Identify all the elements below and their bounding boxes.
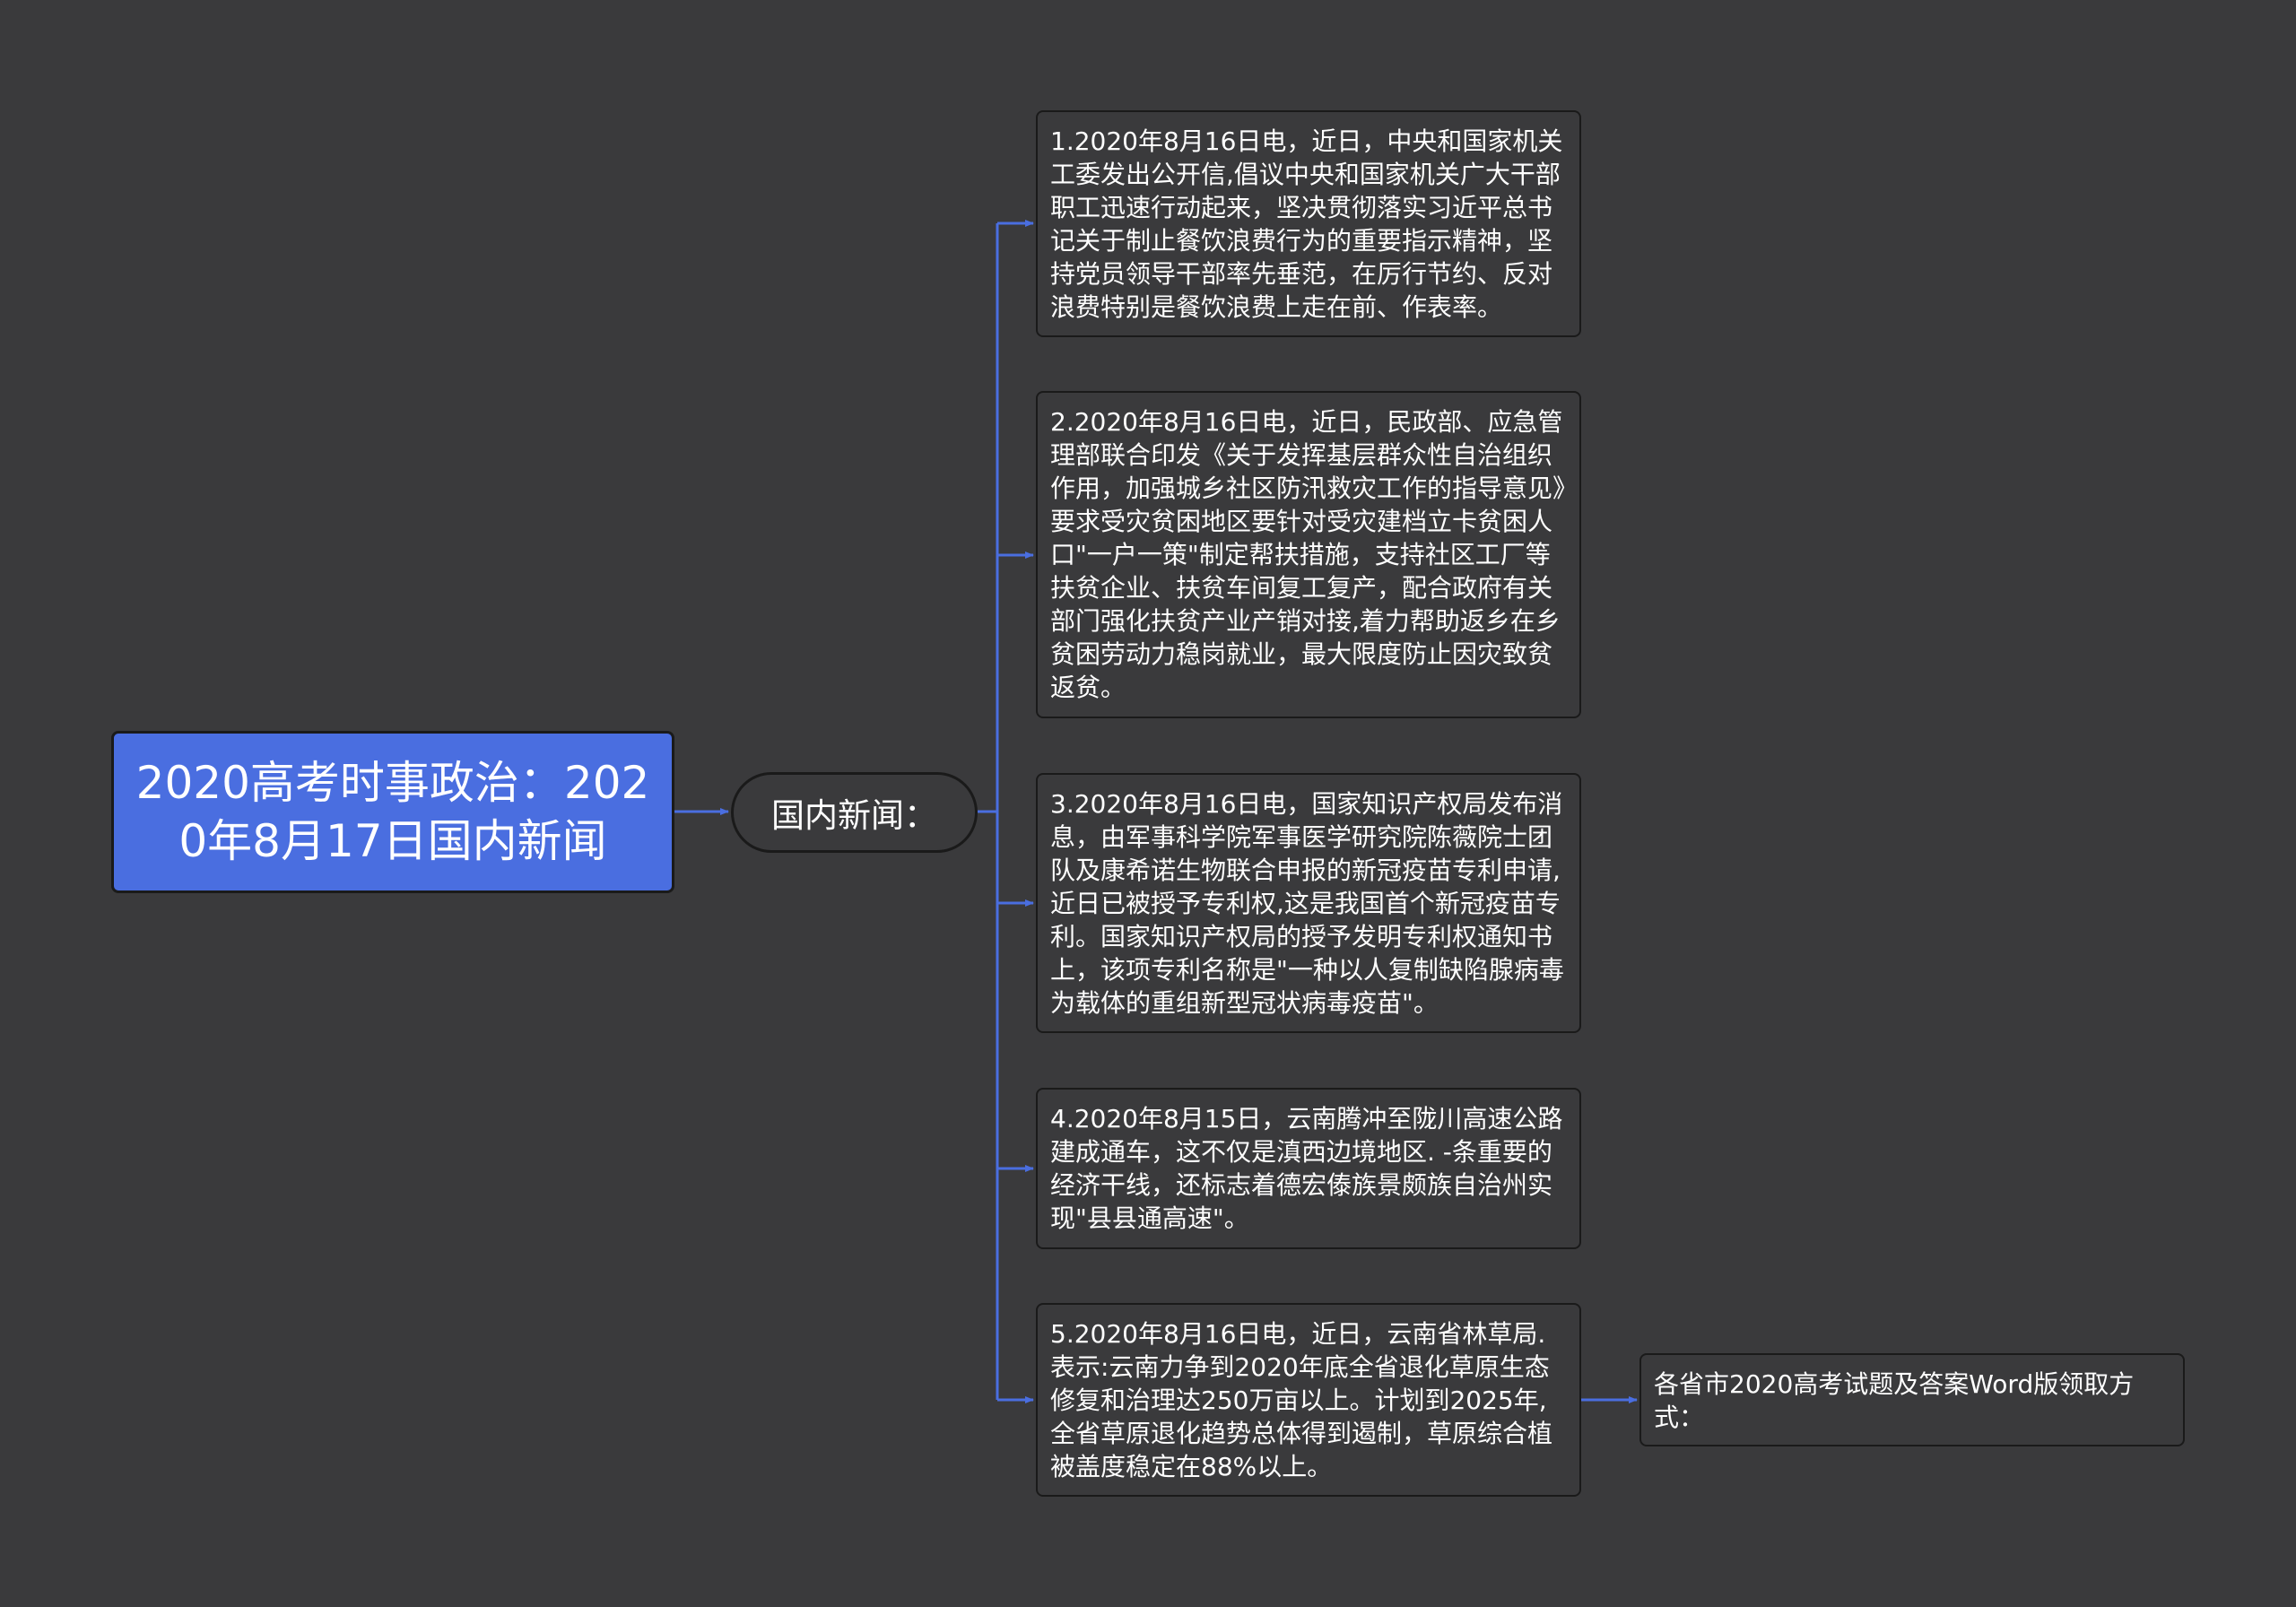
- branch-topic-label: 国内新闻：: [771, 796, 937, 835]
- leaf-topic-5-text: 5.2020年8月16日电，近日，云南省林草局.表示:云南力争到2020年底全省…: [1050, 1319, 1553, 1481]
- leaf-topic-2-text: 2.2020年8月16日电，近日，民政部、应急管理部联合印发《关于发挥基层群众性…: [1050, 407, 1566, 702]
- leaf-topic-2[interactable]: 2.2020年8月16日电，近日，民政部、应急管理部联合印发《关于发挥基层群众性…: [1036, 391, 1581, 718]
- leaf-topic-4[interactable]: 4.2020年8月15日，云南腾冲至陇川高速公路建成通车，这不仅是滇西边境地区.…: [1036, 1088, 1581, 1249]
- leaf-topic-1[interactable]: 1.2020年8月16日电，近日，中央和国家机关工委发出公开信,倡议中央和国家机…: [1036, 110, 1581, 337]
- mind-map-canvas: 2020高考时事政治：2020年8月17日国内新闻 国内新闻： 1.2020年8…: [0, 0, 2296, 1607]
- sub-topic-text: 各省市2020高考试题及答案Word版领取方式：: [1654, 1369, 2135, 1432]
- root-topic[interactable]: 2020高考时事政治：2020年8月17日国内新闻: [111, 731, 674, 893]
- root-topic-label: 2020高考时事政治：2020年8月17日国内新闻: [135, 756, 650, 867]
- leaf-topic-1-text: 1.2020年8月16日电，近日，中央和国家机关工委发出公开信,倡议中央和国家机…: [1050, 126, 1563, 322]
- leaf-topic-3-text: 3.2020年8月16日电，国家知识产权局发布消息，由军事科学院军事医学研究院陈…: [1050, 789, 1564, 1018]
- branch-topic-domestic-news[interactable]: 国内新闻：: [731, 772, 978, 853]
- sub-topic-exam-download[interactable]: 各省市2020高考试题及答案Word版领取方式：: [1639, 1353, 2185, 1446]
- leaf-topic-5[interactable]: 5.2020年8月16日电，近日，云南省林草局.表示:云南力争到2020年底全省…: [1036, 1303, 1581, 1497]
- leaf-topic-4-text: 4.2020年8月15日，云南腾冲至陇川高速公路建成通车，这不仅是滇西边境地区.…: [1050, 1104, 1563, 1233]
- leaf-topic-3[interactable]: 3.2020年8月16日电，国家知识产权局发布消息，由军事科学院军事医学研究院陈…: [1036, 773, 1581, 1033]
